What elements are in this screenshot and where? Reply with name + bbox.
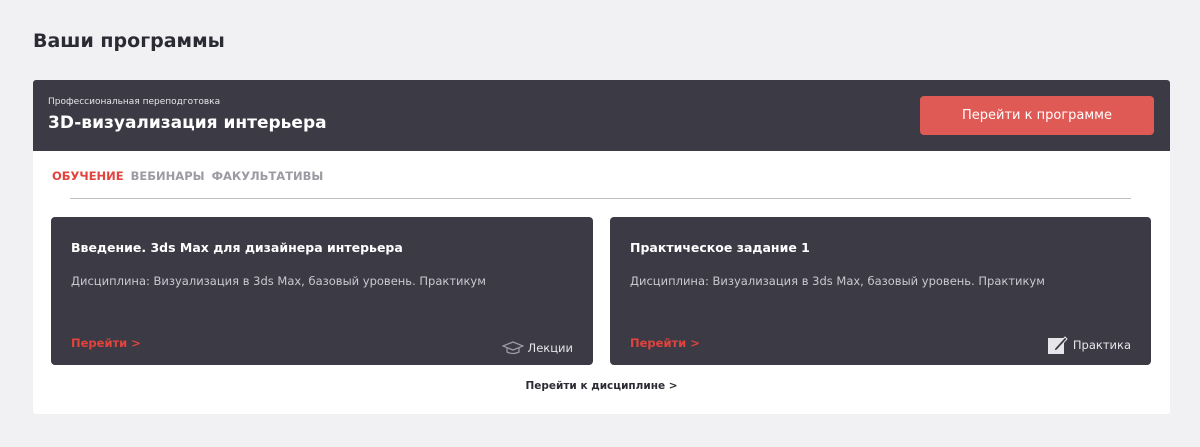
program-panel: Профессиональная переподготовка 3D-визуа… [33, 80, 1170, 414]
card-title: Практическое задание 1 [630, 240, 810, 255]
page-title: Ваши программы [33, 30, 225, 52]
card-type: Лекции [501, 341, 573, 355]
card-go-link[interactable]: Перейти > [630, 336, 700, 350]
lesson-card[interactable]: Введение. 3ds Max для дизайнера интерьер… [51, 217, 593, 365]
tab-webinars[interactable]: ВЕБИНАРЫ [131, 169, 205, 183]
go-to-program-button[interactable]: Перейти к программе [920, 96, 1154, 135]
tab-electives[interactable]: ФАКУЛЬТАТИВЫ [212, 169, 324, 183]
divider [70, 198, 1131, 199]
edit-icon [1047, 336, 1068, 354]
program-type: Профессиональная переподготовка [48, 97, 221, 107]
practice-card[interactable]: Практическое задание 1 Дисциплина: Визуа… [610, 217, 1151, 365]
card-type-label: Практика [1072, 338, 1131, 352]
card-type: Практика [1047, 335, 1131, 355]
graduation-cap-icon [501, 341, 524, 355]
tabs: ОБУЧЕНИЕ ВЕБИНАРЫ ФАКУЛЬТАТИВЫ [52, 169, 323, 183]
card-type-label: Лекции [527, 341, 573, 355]
program-title: 3D-визуализация интерьера [48, 113, 327, 133]
card-discipline: Дисциплина: Визуализация в 3ds Max, базо… [630, 274, 1045, 288]
card-discipline: Дисциплина: Визуализация в 3ds Max, базо… [71, 274, 486, 288]
card-title: Введение. 3ds Max для дизайнера интерьер… [71, 240, 403, 255]
program-header: Профессиональная переподготовка 3D-визуа… [33, 80, 1170, 151]
go-to-discipline-link[interactable]: Перейти к дисциплине > [33, 380, 1170, 392]
card-go-link[interactable]: Перейти > [71, 336, 141, 350]
tab-education[interactable]: ОБУЧЕНИЕ [52, 169, 124, 183]
